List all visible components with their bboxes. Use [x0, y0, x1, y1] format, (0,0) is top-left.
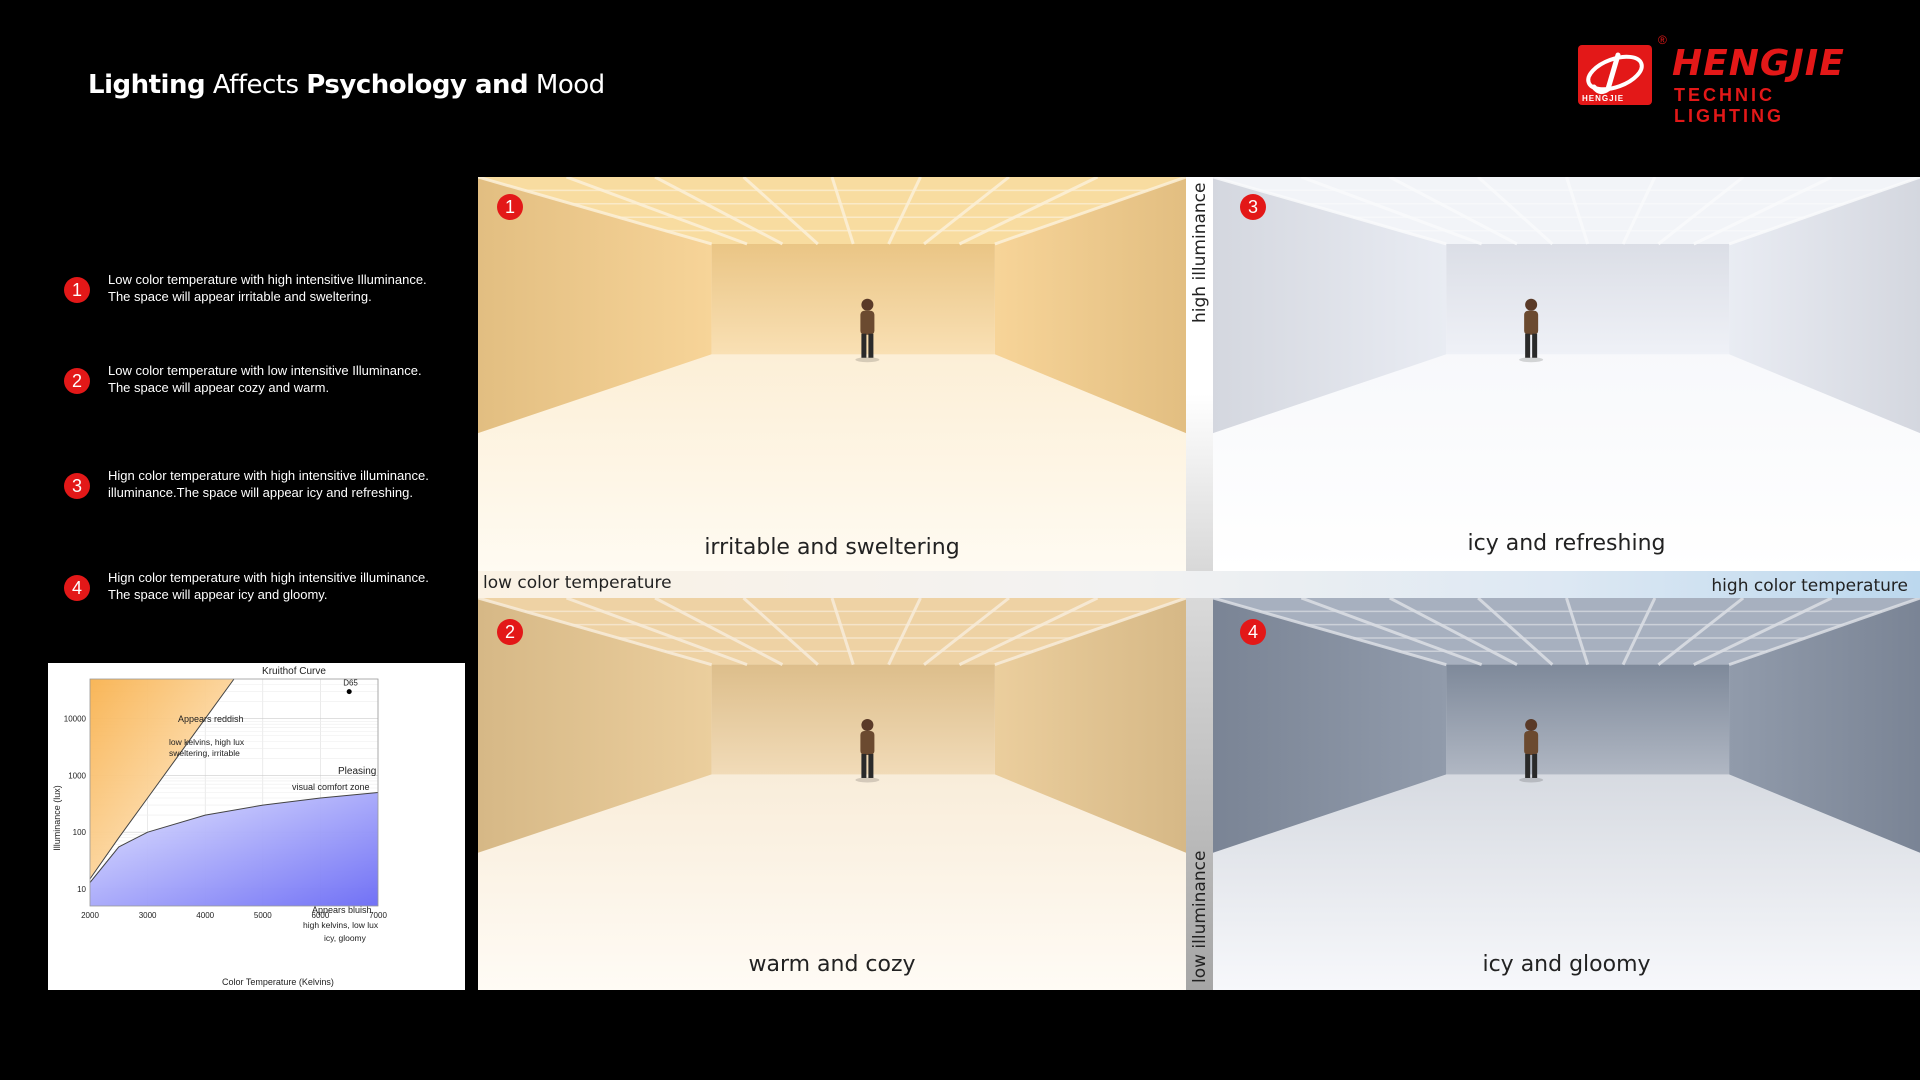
d65-point [346, 689, 352, 695]
title-part-2: Affects [205, 70, 307, 100]
room-illustration [1213, 598, 1920, 990]
panel-number-badge: 3 [1240, 194, 1266, 220]
x-tick-label: 3000 [139, 911, 157, 920]
legend-number-badge: 2 [64, 368, 90, 394]
y-tick-label: 1000 [68, 771, 86, 780]
logo-badge-text: HENGJIE [1582, 94, 1625, 103]
legend-item-2: 2 Low color temperature with low intensi… [64, 363, 484, 408]
legend-number-badge: 4 [64, 575, 90, 601]
y-tick-labels: 10 100 1000 10000 [64, 715, 87, 894]
title-part-3: Psychology and [306, 70, 529, 100]
zone-pleasing-line1: visual comfort zone [292, 782, 370, 792]
x-axis-label: Color Temperature (Kelvins) [222, 977, 334, 987]
y-tick-label: 10000 [64, 715, 87, 724]
zone-reddish-line1: low kelvins, high lux [169, 737, 245, 747]
legend-line-2: The space will appear icy and gloomy. [108, 587, 328, 602]
room-panel-2: 2 warm and cozy [478, 598, 1186, 990]
title-part-4: Mood [528, 70, 605, 100]
zone-bluish-line1: high kelvins, low lux [303, 920, 379, 930]
legend-text: Low color temperature with high intensit… [108, 271, 427, 305]
legend-line-1: Hign color temperature with high intensi… [108, 570, 429, 585]
panel-number-badge: 1 [497, 194, 523, 220]
zone-pleasing-title: Pleasing [338, 766, 376, 777]
low-color-temperature-label: low color temperature [483, 573, 672, 593]
logo-subtitle: TECHNIC LIGHTING [1674, 85, 1784, 126]
legend-item-3: 3 Hign color temperature with high inten… [64, 468, 484, 513]
low-illuminance-strip: low illuminance [1186, 598, 1213, 990]
high-illuminance-label: high illuminance [1190, 182, 1210, 323]
zone-reddish-line2: sweltering, irritable [169, 748, 240, 758]
d65-label: D65 [343, 679, 358, 688]
panel-number-badge: 4 [1240, 619, 1266, 645]
room-panel-3: 3 icy and refreshing [1213, 177, 1920, 571]
legend-line-2: illuminance.The space will appear icy an… [108, 485, 413, 500]
brand-logo: HENGJIE ® HENGJIE TECHNIC LIGHTING [1578, 33, 1878, 126]
legend-line-2: The space will appear irritable and swel… [108, 289, 372, 304]
registered-mark: ® [1658, 33, 1667, 47]
low-illuminance-label: low illuminance [1190, 850, 1210, 983]
zone-reddish-title: Appears reddish [178, 714, 244, 724]
panel-caption: icy and gloomy [1482, 952, 1651, 977]
x-tick-label: 5000 [254, 911, 272, 920]
high-color-temperature-label: high color temperature [1711, 576, 1908, 596]
panel-caption: irritable and sweltering [704, 535, 960, 560]
legend-number-badge: 3 [64, 473, 90, 499]
room-illustration [1213, 177, 1920, 571]
room-illustration [478, 177, 1186, 571]
legend-line-1: Hign color temperature with high intensi… [108, 468, 429, 483]
logo-badge: HENGJIE [1578, 45, 1652, 105]
x-tick-label: 4000 [196, 911, 214, 920]
legend-text: Hign color temperature with high intensi… [108, 467, 429, 501]
legend-text: Low color temperature with low intensiti… [108, 362, 422, 396]
panel-number-badge: 2 [497, 619, 523, 645]
kruithof-chart-svg: Kruithof Curve D65 Appears reddish low k… [52, 666, 387, 987]
color-temperature-band: low color temperature high color tempera… [478, 571, 1920, 598]
x-tick-label: 6000 [312, 911, 330, 920]
high-illuminance-strip: high illuminance [1186, 177, 1213, 571]
kruithof-chart: Kruithof Curve D65 Appears reddish low k… [48, 663, 465, 990]
y-tick-label: 100 [73, 828, 87, 837]
legend-item-1: 1 Low color temperature with high intens… [64, 272, 484, 317]
zone-bluish-line2: icy, gloomy [324, 933, 367, 943]
y-axis-label: Illuminance (lux) [52, 785, 62, 851]
legend-line-1: Low color temperature with low intensiti… [108, 363, 422, 378]
legend-line-1: Low color temperature with high intensit… [108, 272, 427, 287]
legend-line-2: The space will appear cozy and warm. [108, 380, 330, 395]
room-panel-4: 4 icy and gloomy [1213, 598, 1920, 990]
room-panel-1: 1 irritable and sweltering [478, 177, 1186, 571]
panel-caption: icy and refreshing [1467, 531, 1666, 556]
legend-number-badge: 1 [64, 277, 90, 303]
page-title: Lighting Affects Psychology and Mood [88, 70, 605, 100]
logo-name: HENGJIE [1672, 43, 1845, 84]
x-tick-label: 2000 [81, 911, 99, 920]
y-tick-label: 10 [77, 885, 86, 894]
legend-item-4: 4 Hign color temperature with high inten… [64, 570, 484, 615]
legend-text: Hign color temperature with high intensi… [108, 569, 429, 603]
room-illustration [478, 598, 1186, 990]
title-part-1: Lighting [88, 70, 206, 100]
panel-caption: warm and cozy [748, 952, 916, 977]
chart-title: Kruithof Curve [262, 666, 326, 677]
x-tick-label: 7000 [369, 911, 387, 920]
